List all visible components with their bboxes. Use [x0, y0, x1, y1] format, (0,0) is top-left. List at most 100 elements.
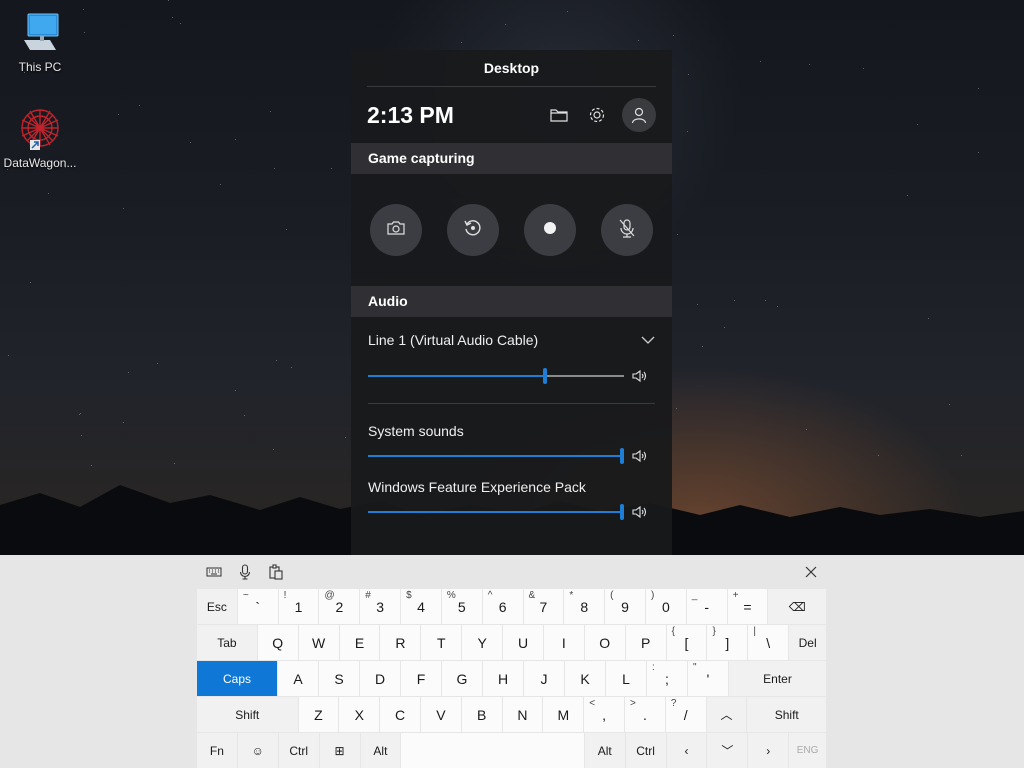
close-icon[interactable] — [795, 555, 826, 589]
keyboard-settings-icon[interactable] — [198, 555, 229, 589]
clipboard-icon[interactable] — [260, 555, 291, 589]
key-arrow-left[interactable]: ‹ — [666, 733, 707, 768]
key-j[interactable]: J — [524, 661, 564, 696]
key-shift[interactable]: Shift — [197, 697, 298, 732]
key-enter[interactable]: Enter — [729, 661, 826, 696]
gear-icon[interactable] — [580, 98, 614, 132]
key-1[interactable]: ! 1 — [278, 589, 319, 624]
key-tab[interactable]: Tab — [197, 625, 257, 660]
backspace-icon: ⌫ — [788, 599, 806, 614]
key-t[interactable]: T — [421, 625, 462, 660]
key-w[interactable]: W — [298, 625, 339, 660]
key-del[interactable]: Del — [789, 625, 827, 660]
desktop-icon-datawagon[interactable]: DataWagon... — [0, 106, 80, 170]
key-windows[interactable]: ⊞ — [319, 733, 360, 768]
key-a[interactable]: A — [278, 661, 318, 696]
key-d[interactable]: D — [360, 661, 400, 696]
key-ctrl[interactable]: Ctrl — [625, 733, 666, 768]
key-0-1[interactable]: ~ ` — [237, 589, 278, 624]
key-7[interactable]: & 7 — [523, 589, 564, 624]
key-r[interactable]: R — [380, 625, 421, 660]
screenshot-button[interactable] — [370, 204, 422, 256]
key-s[interactable]: S — [319, 661, 359, 696]
key-label: A — [293, 670, 303, 687]
key-3[interactable]: #3 — [360, 589, 401, 624]
key-c[interactable]: C — [380, 697, 420, 732]
star — [702, 346, 703, 347]
key-2-10[interactable]: :; — [647, 661, 687, 696]
key-2[interactable]: @2 — [319, 589, 360, 624]
device-dropdown[interactable]: Line 1 (Virtual Audio Cable) — [368, 330, 655, 350]
key-g[interactable]: G — [442, 661, 482, 696]
system-sounds-volume-slider[interactable] — [368, 445, 624, 467]
key-y[interactable]: Y — [462, 625, 503, 660]
key-1-13[interactable]: | \ — [748, 625, 789, 660]
key-l[interactable]: L — [606, 661, 646, 696]
key-b[interactable]: B — [461, 697, 502, 732]
record-last-30s-button[interactable] — [447, 204, 499, 256]
key-fn[interactable]: Fn — [197, 733, 237, 768]
key-v[interactable]: V — [420, 697, 461, 732]
key-2-11[interactable]: " ' — [688, 661, 728, 696]
key-arrow-down[interactable]: ﹀ — [707, 733, 748, 768]
key-i[interactable]: I — [543, 625, 584, 660]
key-6[interactable]: ^ 6 — [482, 589, 523, 624]
slider-thumb[interactable] — [620, 448, 624, 464]
key-5[interactable]: % 5 — [441, 589, 482, 624]
key-x[interactable]: X — [339, 697, 380, 732]
user-icon[interactable] — [622, 98, 656, 132]
slider-thumb[interactable] — [543, 368, 547, 384]
key-arrow-up[interactable]: ︿ — [706, 697, 747, 732]
key-8[interactable]: * 8 — [564, 589, 605, 624]
key-k[interactable]: K — [565, 661, 605, 696]
key-9[interactable]: (9 — [605, 589, 645, 624]
key-label: - — [704, 598, 709, 615]
key-space[interactable] — [401, 733, 584, 768]
key-4[interactable]: $4 — [401, 589, 441, 624]
key-3-9[interactable]: >. — [625, 697, 665, 732]
key-1-12[interactable]: }] — [707, 625, 748, 660]
key-alt[interactable]: Alt — [360, 733, 401, 768]
key-z[interactable]: Z — [298, 697, 339, 732]
key-emoji[interactable]: ☺ — [237, 733, 278, 768]
key-0-13[interactable]: + = — [727, 589, 768, 624]
key-backspace[interactable]: ⌫ — [768, 589, 827, 624]
key-esc[interactable]: Esc — [197, 589, 237, 624]
speaker-icon[interactable] — [632, 448, 648, 464]
microphone-icon[interactable] — [229, 555, 260, 589]
key-shift[interactable]: Shift — [747, 697, 827, 732]
key-n[interactable]: N — [502, 697, 543, 732]
key-o[interactable]: O — [584, 625, 625, 660]
key-alt[interactable]: Alt — [584, 733, 625, 768]
start-recording-button[interactable] — [524, 204, 576, 256]
key-label: 1 — [294, 598, 303, 615]
speaker-icon[interactable] — [632, 368, 648, 384]
chevron-down-icon — [641, 331, 655, 349]
star — [949, 404, 950, 405]
key-3-10[interactable]: ? / — [665, 697, 706, 732]
key-3-8[interactable]: <, — [584, 697, 625, 732]
key-u[interactable]: U — [503, 625, 543, 660]
key-f[interactable]: F — [401, 661, 441, 696]
key-m[interactable]: M — [543, 697, 584, 732]
key-ctrl[interactable]: Ctrl — [278, 733, 319, 768]
key-p[interactable]: P — [625, 625, 666, 660]
key-secondary-label: $ — [406, 590, 412, 601]
key-h[interactable]: H — [483, 661, 523, 696]
key-caps[interactable]: Caps — [197, 661, 277, 696]
device-volume-slider[interactable] — [368, 365, 624, 387]
mic-toggle-button[interactable] — [601, 204, 653, 256]
key-0-12[interactable]: _ - — [686, 589, 727, 624]
key-secondary-label: | — [753, 626, 756, 637]
key-1-11[interactable]: {[ — [666, 625, 707, 660]
key-eng[interactable]: ENG — [789, 733, 827, 768]
speaker-icon[interactable] — [632, 504, 648, 520]
desktop-icon-this-pc[interactable]: This PC — [0, 10, 80, 74]
key-q[interactable]: Q — [257, 625, 298, 660]
key-arrow-right[interactable]: › — [748, 733, 789, 768]
key-e[interactable]: E — [339, 625, 380, 660]
folder-icon[interactable] — [542, 98, 576, 132]
slider-thumb[interactable] — [620, 504, 624, 520]
key-0[interactable]: ) 0 — [645, 589, 686, 624]
feature-pack-volume-slider[interactable] — [368, 501, 624, 523]
